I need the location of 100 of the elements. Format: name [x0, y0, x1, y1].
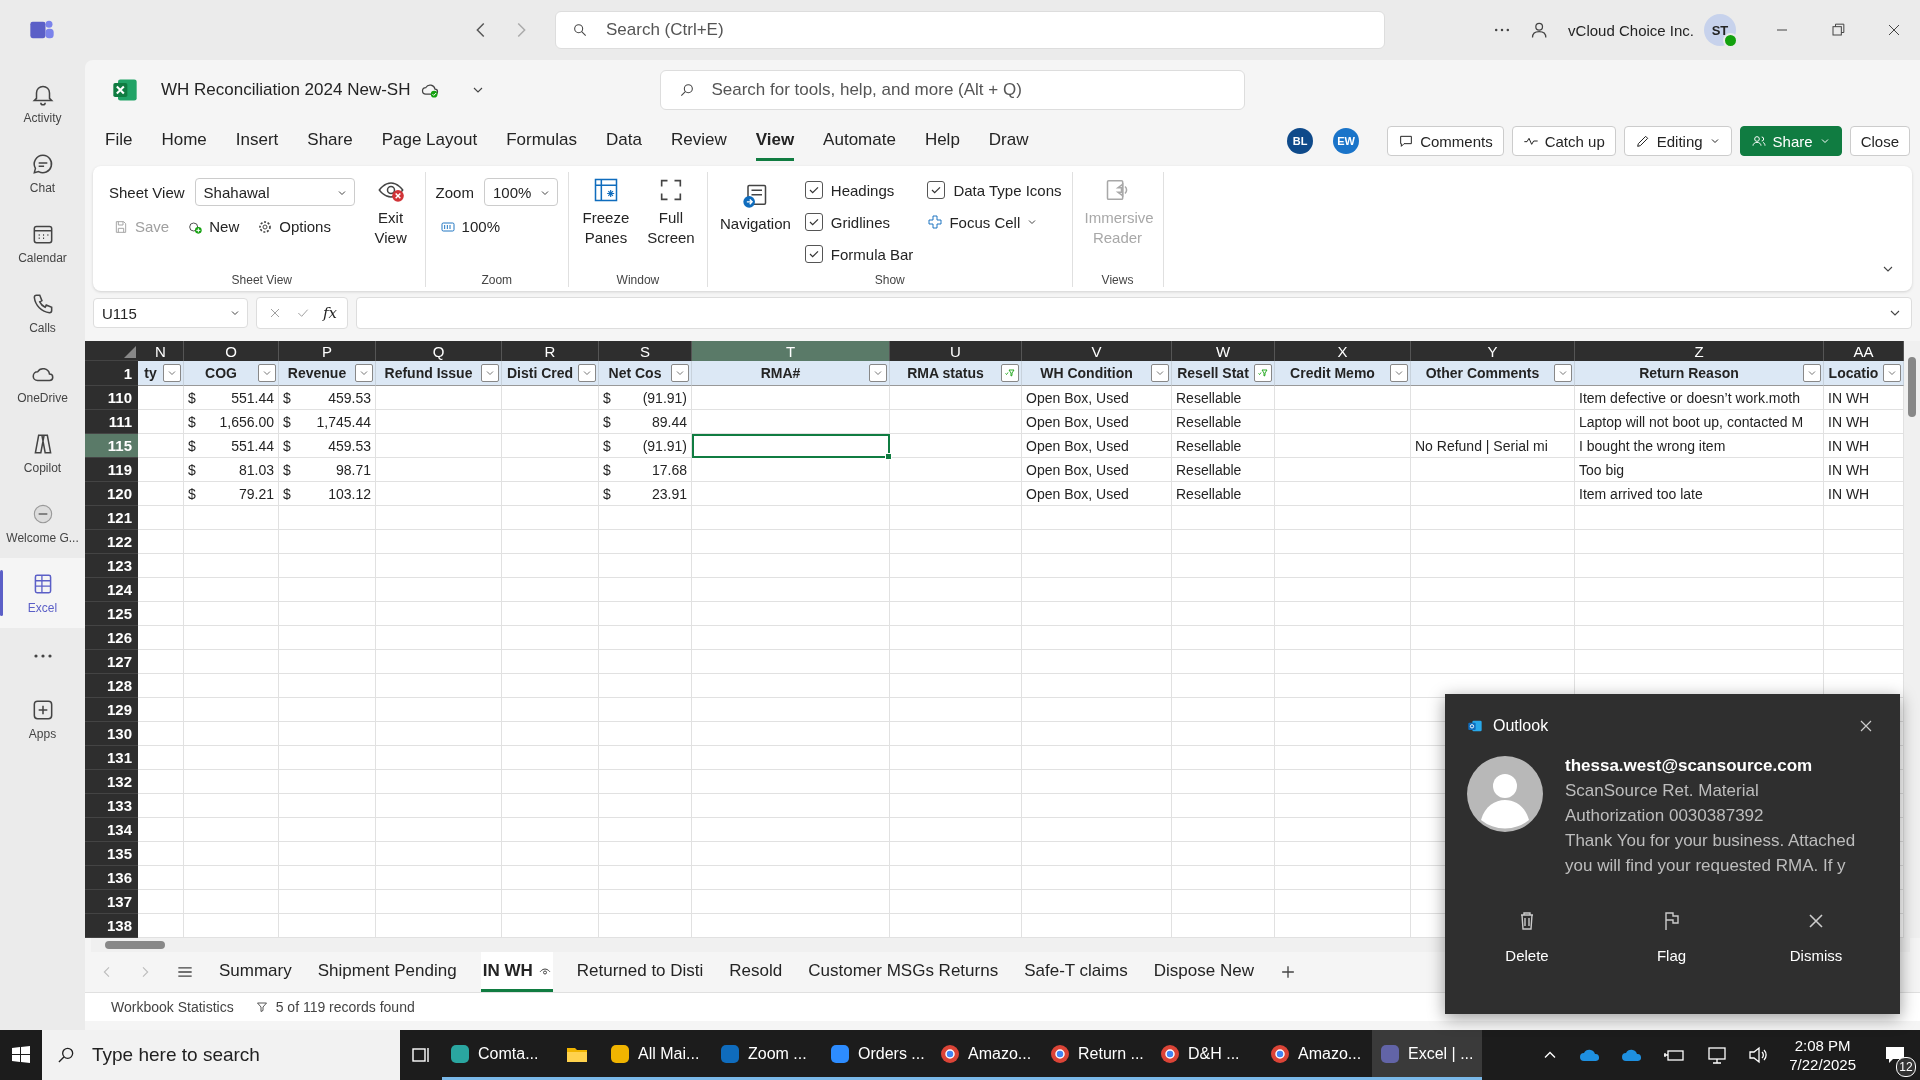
table-cell[interactable]	[1022, 890, 1172, 914]
table-cell[interactable]	[184, 818, 279, 842]
table-cell[interactable]: Open Box, Used	[1022, 434, 1172, 458]
table-cell[interactable]	[279, 626, 376, 650]
table-cell[interactable]	[1022, 722, 1172, 746]
table-cell[interactable]	[599, 722, 692, 746]
table-cell[interactable]: Resellable	[1172, 482, 1275, 506]
options-button[interactable]: Options	[253, 216, 335, 237]
taskbar-app[interactable]: Return ...	[1042, 1030, 1152, 1080]
table-cell[interactable]	[138, 746, 184, 770]
sheet-tab[interactable]: Summary	[217, 952, 294, 992]
table-cell[interactable]	[138, 506, 184, 530]
name-box[interactable]: U115	[93, 298, 248, 328]
row-number[interactable]: 120	[85, 482, 138, 506]
table-cell[interactable]	[1275, 506, 1411, 530]
table-cell[interactable]	[1275, 650, 1411, 674]
formula-input[interactable]	[356, 297, 1912, 329]
table-cell[interactable]	[890, 674, 1022, 698]
sheet-tab[interactable]: IN WH	[480, 952, 553, 992]
row-number[interactable]: 130	[85, 722, 138, 746]
row-number[interactable]: 115	[85, 434, 138, 458]
table-cell[interactable]	[599, 698, 692, 722]
table-cell[interactable]	[1275, 482, 1411, 506]
table-cell[interactable]	[692, 458, 890, 482]
row-number[interactable]: 136	[85, 866, 138, 890]
table-cell[interactable]	[890, 482, 1022, 506]
table-cell[interactable]	[1022, 626, 1172, 650]
table-cell[interactable]	[502, 410, 599, 434]
table-cell[interactable]	[138, 434, 184, 458]
table-cell[interactable]: Item arrived too late	[1575, 482, 1824, 506]
collaborator-avatar[interactable]: EW	[1333, 128, 1360, 154]
sheet-tab[interactable]: Returned to Disti	[574, 952, 706, 992]
taskbar-app[interactable]: Excel | ...	[1372, 1030, 1482, 1080]
checkbox[interactable]: Formula Bar	[804, 238, 914, 270]
table-cell[interactable]	[1172, 602, 1275, 626]
filter-button[interactable]	[578, 364, 596, 382]
menu-tab[interactable]: File	[105, 121, 133, 161]
table-cell[interactable]	[692, 410, 890, 434]
focus-cell-button[interactable]: Focus Cell	[927, 206, 1062, 238]
column-header[interactable]: W	[1172, 341, 1275, 361]
table-cell[interactable]	[502, 866, 599, 890]
table-cell[interactable]	[1411, 650, 1575, 674]
table-cell[interactable]	[1022, 770, 1172, 794]
workbook-title[interactable]: WH Reconciliation 2024 New-SH	[161, 80, 411, 100]
sheet-tab[interactable]: Shipment Pending	[315, 952, 459, 992]
table-cell[interactable]	[1172, 506, 1275, 530]
table-cell[interactable]	[1022, 698, 1172, 722]
column-header[interactable]: S	[599, 341, 692, 361]
row-number[interactable]: 131	[85, 746, 138, 770]
table-cell[interactable]	[1022, 674, 1172, 698]
table-cell[interactable]	[890, 626, 1022, 650]
table-cell[interactable]: $ 98.71	[279, 458, 376, 482]
table-cell[interactable]: $ 459.53	[279, 386, 376, 410]
row-number[interactable]: 127	[85, 650, 138, 674]
row-number[interactable]: 110	[85, 386, 138, 410]
table-cell[interactable]: Resellable	[1172, 410, 1275, 434]
rail-item[interactable]: Excel	[0, 558, 85, 628]
table-cell[interactable]	[1575, 578, 1824, 602]
table-cell[interactable]	[1275, 458, 1411, 482]
table-cell[interactable]	[599, 554, 692, 578]
menu-tab[interactable]: Share	[307, 121, 353, 161]
table-cell[interactable]	[1022, 506, 1172, 530]
taskbar-app[interactable]: Orders ...	[822, 1030, 932, 1080]
table-cell[interactable]: Open Box, Used	[1022, 386, 1172, 410]
table-cell[interactable]: $ 23.91	[599, 482, 692, 506]
table-cell[interactable]	[138, 842, 184, 866]
table-cell[interactable]: $ 459.53	[279, 434, 376, 458]
table-cell[interactable]	[376, 602, 502, 626]
table-cell[interactable]	[138, 626, 184, 650]
table-cell[interactable]	[376, 458, 502, 482]
checkbox[interactable]: Data Type Icons	[927, 174, 1062, 206]
filter-button[interactable]	[671, 364, 689, 382]
table-cell[interactable]	[279, 530, 376, 554]
sheet-tab[interactable]: Dispose New	[1151, 952, 1256, 992]
filter-button[interactable]	[869, 364, 887, 382]
table-cell[interactable]: $ (91.91)	[599, 386, 692, 410]
table-cell[interactable]	[1411, 410, 1575, 434]
zoom-100-button[interactable]: 100%	[435, 216, 504, 237]
user-avatar[interactable]: ST	[1704, 14, 1736, 46]
table-cell[interactable]	[376, 698, 502, 722]
table-cell[interactable]	[279, 746, 376, 770]
table-cell[interactable]	[184, 794, 279, 818]
table-cell[interactable]	[1022, 650, 1172, 674]
table-cell[interactable]	[138, 410, 184, 434]
table-cell[interactable]	[502, 554, 599, 578]
table-cell[interactable]	[502, 794, 599, 818]
column-header[interactable]: U	[890, 341, 1022, 361]
table-cell[interactable]	[184, 770, 279, 794]
table-cell[interactable]	[599, 650, 692, 674]
table-cell[interactable]: No Refund | Serial mi	[1411, 434, 1575, 458]
table-cell[interactable]	[376, 650, 502, 674]
table-cell[interactable]	[1022, 794, 1172, 818]
table-cell[interactable]	[599, 602, 692, 626]
table-cell[interactable]	[1411, 626, 1575, 650]
table-cell[interactable]	[184, 650, 279, 674]
filter-button[interactable]	[1883, 364, 1901, 382]
table-cell[interactable]	[184, 554, 279, 578]
table-cell[interactable]	[279, 698, 376, 722]
search-field[interactable]: Search (Ctrl+E)	[604, 19, 1368, 41]
rail-item[interactable]: Calendar	[0, 208, 85, 278]
